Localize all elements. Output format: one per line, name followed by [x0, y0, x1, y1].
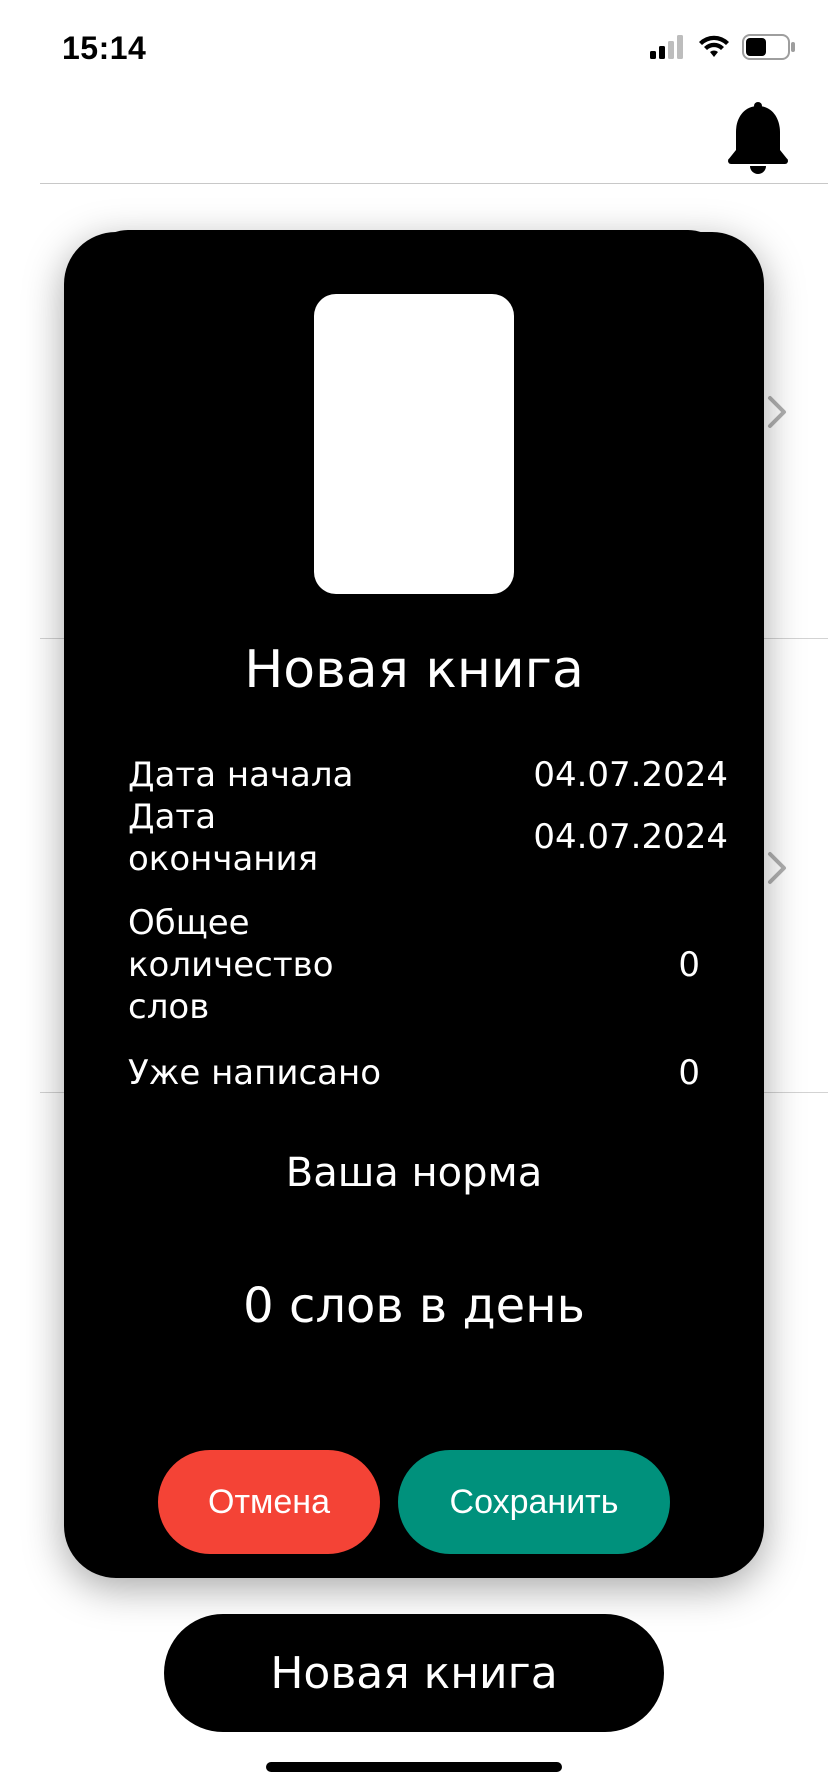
start-date-value[interactable]: 04.07.2024	[533, 754, 728, 796]
modal-title: Новая книга	[244, 640, 584, 700]
wifi-icon	[699, 35, 729, 57]
save-button[interactable]: Сохранить	[398, 1450, 670, 1554]
signal-icon	[650, 35, 683, 59]
book-cover-placeholder[interactable]	[314, 294, 514, 594]
chevron-right-icon	[768, 396, 786, 428]
end-date-label: Дата окончания	[128, 797, 319, 879]
norm-value: 0 слов в день	[243, 1278, 585, 1334]
app-header	[0, 100, 828, 184]
total-words-value[interactable]: 0	[678, 944, 700, 986]
end-date-value[interactable]: 04.07.2024	[533, 816, 728, 858]
total-words-label: Общее количество слов	[128, 903, 334, 1027]
battery-icon	[742, 34, 795, 60]
written-label: Уже написано	[128, 1053, 382, 1093]
cancel-button[interactable]: Отмена	[158, 1450, 380, 1554]
norm-label: Ваша норма	[285, 1150, 543, 1196]
status-bar: 15:14	[0, 0, 828, 100]
bell-icon[interactable]	[726, 100, 790, 176]
status-time: 15:14	[62, 30, 147, 66]
status-icons	[650, 34, 796, 60]
home-indicator	[266, 1762, 562, 1772]
new-book-button[interactable]: Новая книга	[164, 1614, 664, 1732]
written-value[interactable]: 0	[678, 1052, 700, 1094]
start-date-label: Дата начала	[128, 755, 354, 795]
chevron-right-icon	[768, 852, 786, 884]
